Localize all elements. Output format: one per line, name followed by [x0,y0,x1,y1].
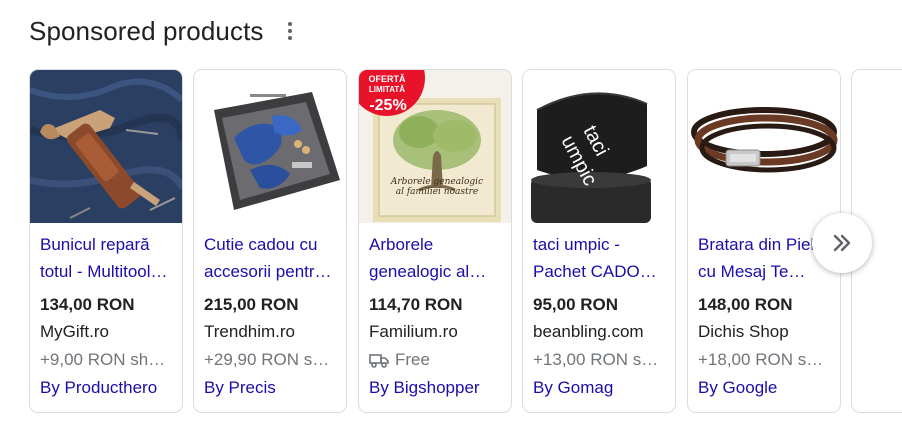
product-title[interactable]: Cutie cadou cu accesorii pentr… [204,231,340,285]
product-card[interactable]: Cutie cadou cu accesorii pentr… 215,00 R… [193,69,347,413]
product-shipping: Free [369,350,505,370]
product-card[interactable]: Bunicul repară totul - Multitool… 134,00… [29,69,183,413]
product-title-line[interactable]: totul - Multitool… [40,258,176,285]
badge-label: OFERTĂ [369,74,406,84]
product-card[interactable]: taci umpic taci umpic - Pachet CADO… 95,… [522,69,676,413]
product-image-gift-box[interactable] [194,70,346,223]
product-price: 95,00 RON [533,295,619,314]
badge-label: LIMITATĂ [369,85,405,94]
product-title-line[interactable]: Bunicul repară [40,231,176,258]
carousel-next-button[interactable] [812,213,872,273]
product-by-link[interactable]: By Precis [204,378,276,398]
product-title-line[interactable]: taci umpic - [533,231,669,258]
product-image-family-tree-book[interactable]: Arborele genealogic al familiei noastre … [359,70,511,223]
product-image-gift-box-black[interactable]: taci umpic [523,70,675,223]
more-vert-icon[interactable] [280,19,300,43]
product-price: 134,00 RON [40,295,135,314]
product-card[interactable]: Arborele genealogic al familiei noastre … [358,69,512,413]
product-title-line[interactable]: Pachet CADO… [533,258,669,285]
product-title-line[interactable]: genealogic al… [369,258,505,285]
product-title[interactable]: Arborele genealogic al… [369,231,505,285]
product-store: Familium.ro [369,322,458,341]
product-shipping: +13,00 RON s… [533,350,659,369]
section-title: Sponsored products [29,15,264,46]
product-shipping: +18,00 RON s… [698,350,824,369]
section-header: Sponsored products [29,14,300,48]
product-by-link[interactable]: By Bigshopper [369,378,480,398]
product-shipping: +29,90 RON s… [204,350,330,369]
product-by-link[interactable]: By Producthero [40,378,157,398]
product-title[interactable]: Bunicul repară totul - Multitool… [40,231,176,285]
product-title-line[interactable]: Arborele [369,231,505,258]
product-title-line[interactable]: Cutie cadou cu [204,231,340,258]
product-title-line[interactable]: cu Mesaj Te… [698,258,834,285]
book-title-line: al familiei noastre [396,187,478,197]
product-price: 114,70 RON [369,295,463,314]
product-shipping: +9,00 RON sh… [40,350,166,369]
product-by-link[interactable]: By Google [698,378,777,398]
product-image-leather-bracelet[interactable] [688,70,840,223]
shipping-label: Free [395,350,430,369]
product-by-link[interactable]: By Gomag [533,378,613,398]
product-store: Trendhim.ro [204,322,296,341]
product-store: MyGift.ro [40,322,109,341]
product-image-multitool[interactable] [30,70,182,223]
products-carousel: Bunicul repară totul - Multitool… 134,00… [29,69,902,413]
delivery-truck-icon [369,354,389,368]
product-store: beanbling.com [533,322,644,341]
product-title-line[interactable]: accesorii pentr… [204,258,340,285]
book-title-line: Arborele genealogic [390,177,483,187]
double-chevron-right-icon [833,234,851,252]
discount-badge: -25% [369,97,406,114]
product-store: Dichis Shop [698,322,789,341]
product-title[interactable]: taci umpic - Pachet CADO… [533,231,669,285]
product-price: 148,00 RON [698,295,793,314]
product-price: 215,00 RON [204,295,299,314]
